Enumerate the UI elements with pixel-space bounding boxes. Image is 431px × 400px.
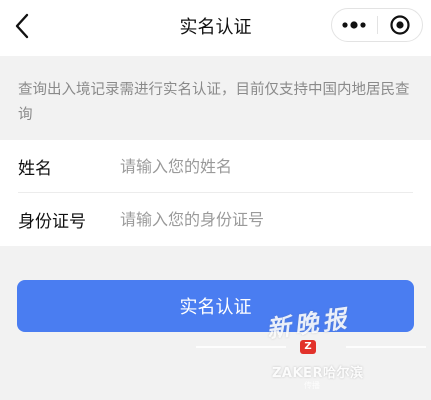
- name-input[interactable]: [120, 148, 410, 185]
- mini-program-capsule: [331, 8, 423, 42]
- watermark-sub: 传播: [304, 381, 320, 390]
- more-button[interactable]: [332, 9, 377, 41]
- identity-form: 姓名 身份证号: [0, 140, 431, 246]
- close-mini-program-button[interactable]: [378, 9, 423, 41]
- watermark-brand: ZAKER哈尔滨: [272, 366, 364, 381]
- id-number-row: 身份证号: [0, 193, 431, 246]
- verification-notice: 查询出入境记录需进行实名认证，目前仅支持中国内地居民查询: [18, 82, 410, 123]
- watermark-badge: Z: [300, 340, 316, 354]
- name-label: 姓名: [18, 159, 52, 179]
- watermark-line: [196, 346, 286, 348]
- back-button[interactable]: [4, 6, 40, 46]
- name-row: 姓名: [0, 140, 431, 193]
- watermark-line: [346, 346, 426, 348]
- id-number-label: 身份证号: [18, 212, 86, 232]
- more-dots-icon: [342, 21, 366, 29]
- chevron-left-icon: [15, 13, 29, 39]
- navigation-bar: 实名认证: [0, 0, 431, 56]
- verify-button[interactable]: 实名认证: [17, 280, 414, 332]
- id-number-input[interactable]: [120, 201, 410, 238]
- target-circle-icon: [390, 15, 410, 35]
